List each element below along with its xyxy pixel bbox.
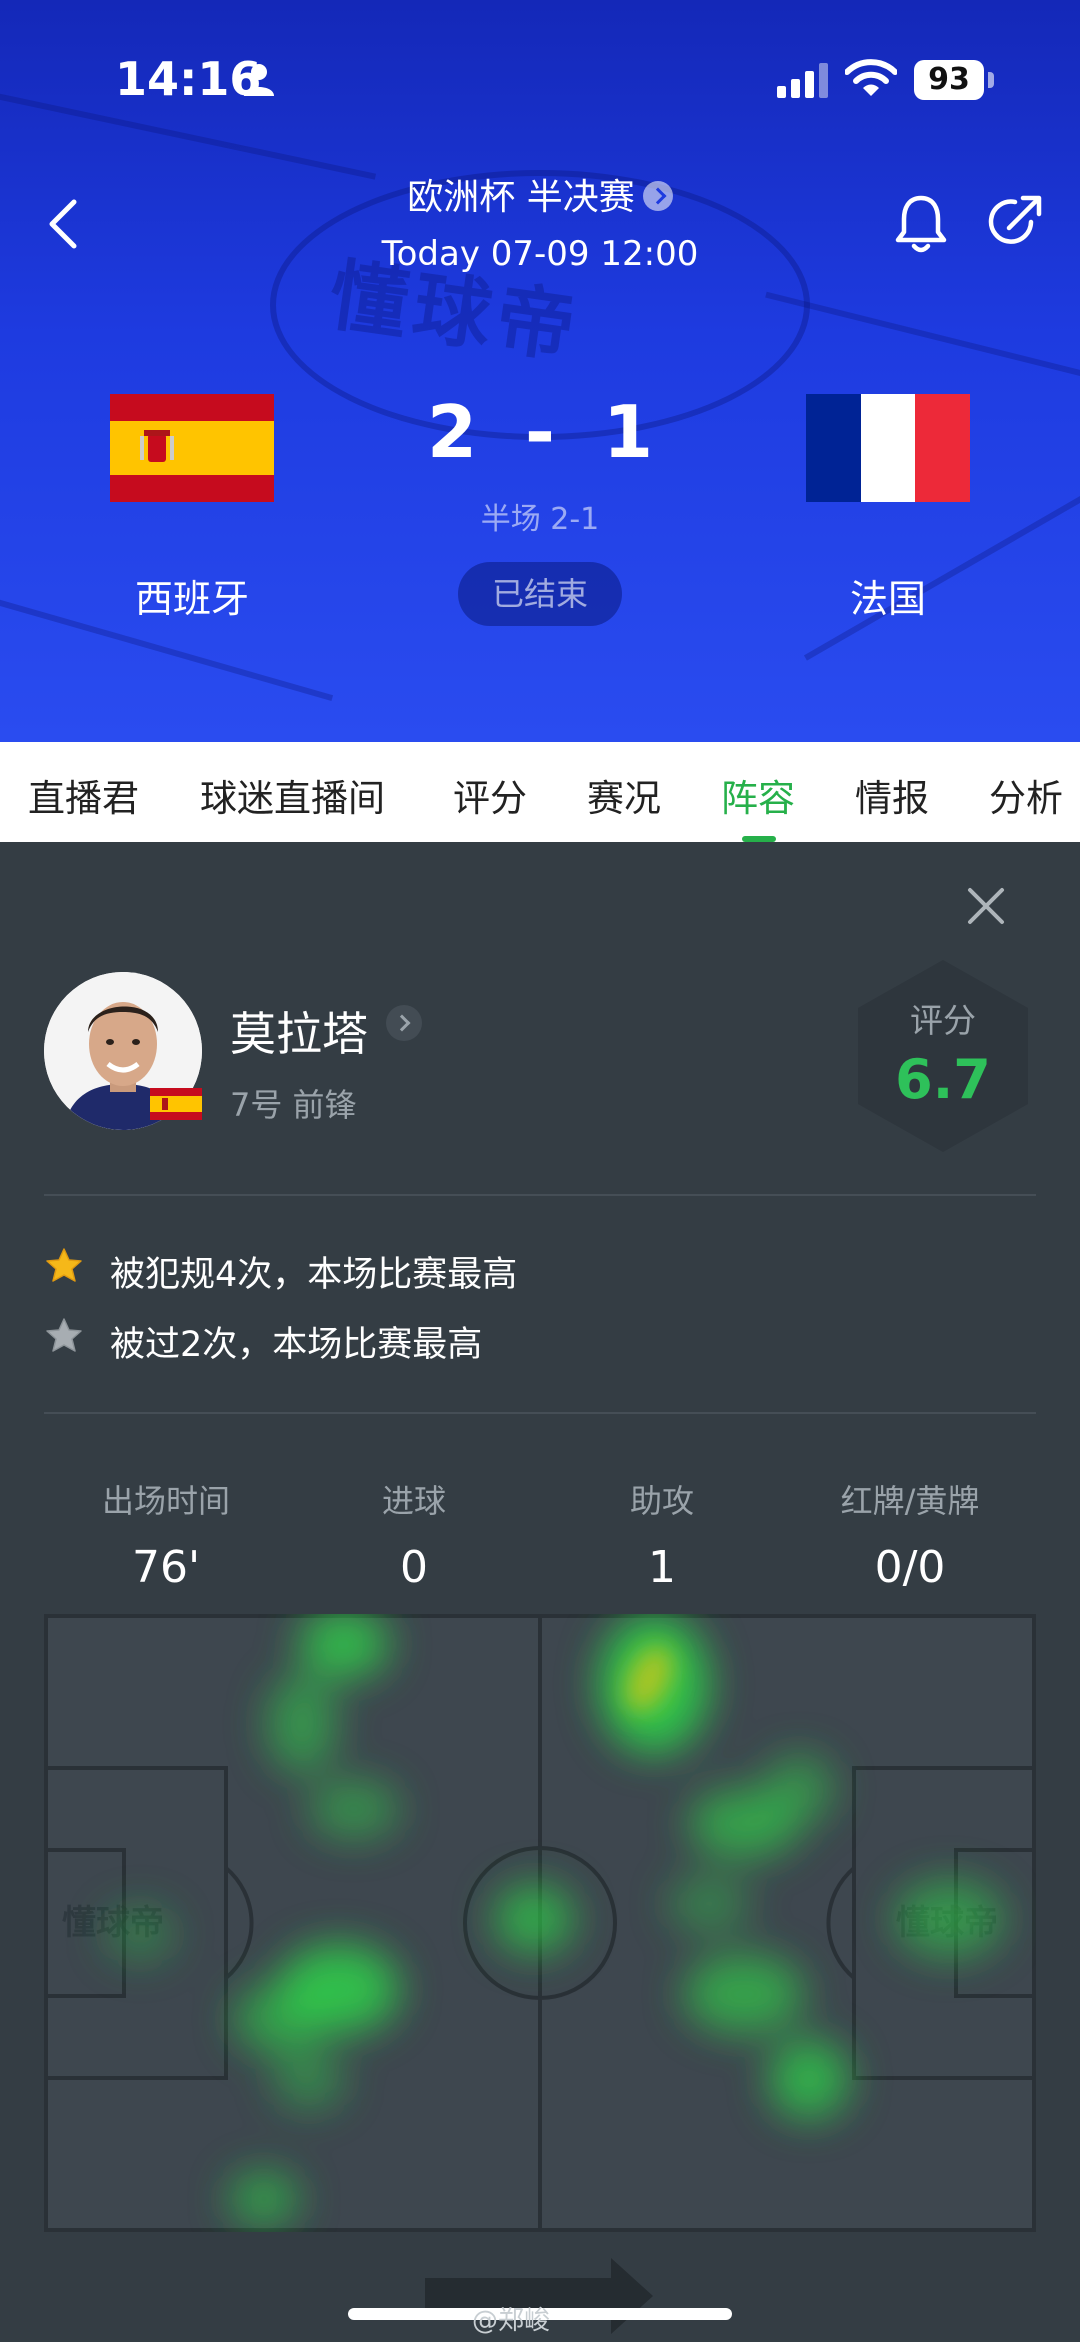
away-team-name[interactable]: 法国 — [788, 568, 988, 623]
person-icon — [244, 64, 274, 96]
tab-ratings[interactable]: 评分 — [453, 768, 527, 822]
image-credit: @郑峻 — [472, 2306, 551, 2336]
gold-star-icon — [46, 1248, 82, 1282]
highlight-row: 被过2次，本场比赛最高 — [44, 1316, 744, 1365]
stat-label: 出场时间 — [101, 1482, 230, 1520]
player-stats: 出场时间 76' 进球 0 助攻 1 红牌/黄牌 0/0 — [0, 1476, 1080, 1606]
header-decoration-line — [765, 291, 1080, 395]
battery-tip — [988, 72, 994, 88]
stat-label: 红牌/黄牌 — [840, 1482, 980, 1520]
stat-goals: 进球 0 — [290, 1476, 538, 1593]
battery-indicator: 93 — [914, 60, 984, 100]
home-team-name[interactable]: 西班牙 — [92, 568, 292, 623]
stat-value: 0 — [400, 1542, 428, 1593]
active-tab-indicator — [742, 836, 776, 842]
heatmap-pitch: 懂球帝 懂球帝 — [44, 1614, 1036, 2232]
tab-intel[interactable]: 情报 — [855, 768, 929, 822]
close-icon[interactable] — [966, 886, 1006, 926]
tab-bar: 直播君 球迷直播间 评分 赛况 阵容 情报 分析 — [0, 742, 1080, 842]
player-name[interactable]: 莫拉塔 — [230, 998, 368, 1064]
stat-value: 76' — [131, 1542, 201, 1593]
divider — [44, 1194, 1036, 1196]
highlight-text: 被过2次，本场比赛最高 — [110, 1325, 483, 1365]
stat-assists: 助攻 1 — [538, 1476, 786, 1593]
competition-name: 欧洲杯 半决赛 — [407, 177, 635, 218]
player-nation-flag-icon — [150, 1088, 202, 1120]
divider — [44, 1412, 1036, 1414]
tab-analysis[interactable]: 分析 — [989, 768, 1063, 822]
stat-value: 1 — [648, 1542, 676, 1593]
share-icon[interactable] — [985, 192, 1045, 252]
status-bar: 14:16 93 — [0, 0, 1080, 150]
status-time: 14:16 — [115, 52, 262, 106]
stat-minutes: 出场时间 76' — [42, 1476, 290, 1593]
scoreline: 2-1 — [0, 390, 1080, 474]
halftime-score: 半场 2-1 — [480, 502, 600, 537]
highlight-text: 被犯规4次，本场比赛最高 — [110, 1255, 518, 1295]
tab-fan-live[interactable]: 球迷直播间 — [200, 768, 385, 822]
tab-match-events[interactable]: 赛况 — [587, 768, 661, 822]
bell-icon[interactable] — [892, 192, 950, 256]
tab-lineup[interactable]: 阵容 — [721, 768, 795, 822]
rating-label: 评分 — [910, 1001, 976, 1040]
stat-cards: 红牌/黄牌 0/0 — [786, 1476, 1034, 1593]
rating-value: 6.7 — [895, 1048, 991, 1111]
wifi-icon — [845, 59, 897, 96]
away-score: 1 — [602, 390, 654, 474]
match-header: 懂球帝 14:16 93 欧洲杯 半决赛 Today 07-09 12:00 西… — [0, 0, 1080, 742]
player-number-position: 7号 前锋 — [230, 1086, 357, 1124]
chevron-right-icon[interactable] — [386, 1005, 422, 1041]
score-separator: - — [525, 390, 555, 474]
chevron-right-icon — [642, 181, 673, 211]
highlight-row: 被犯规4次，本场比赛最高 — [44, 1246, 744, 1295]
stat-label: 助攻 — [629, 1482, 694, 1520]
home-score: 2 — [426, 390, 478, 474]
silver-star-icon — [46, 1318, 82, 1352]
cellular-signal-icon — [777, 63, 828, 98]
stat-label: 进球 — [381, 1482, 446, 1520]
match-status-badge: 已结束 — [458, 562, 622, 626]
tab-live-host[interactable]: 直播君 — [28, 768, 139, 822]
stat-value: 0/0 — [874, 1542, 946, 1593]
